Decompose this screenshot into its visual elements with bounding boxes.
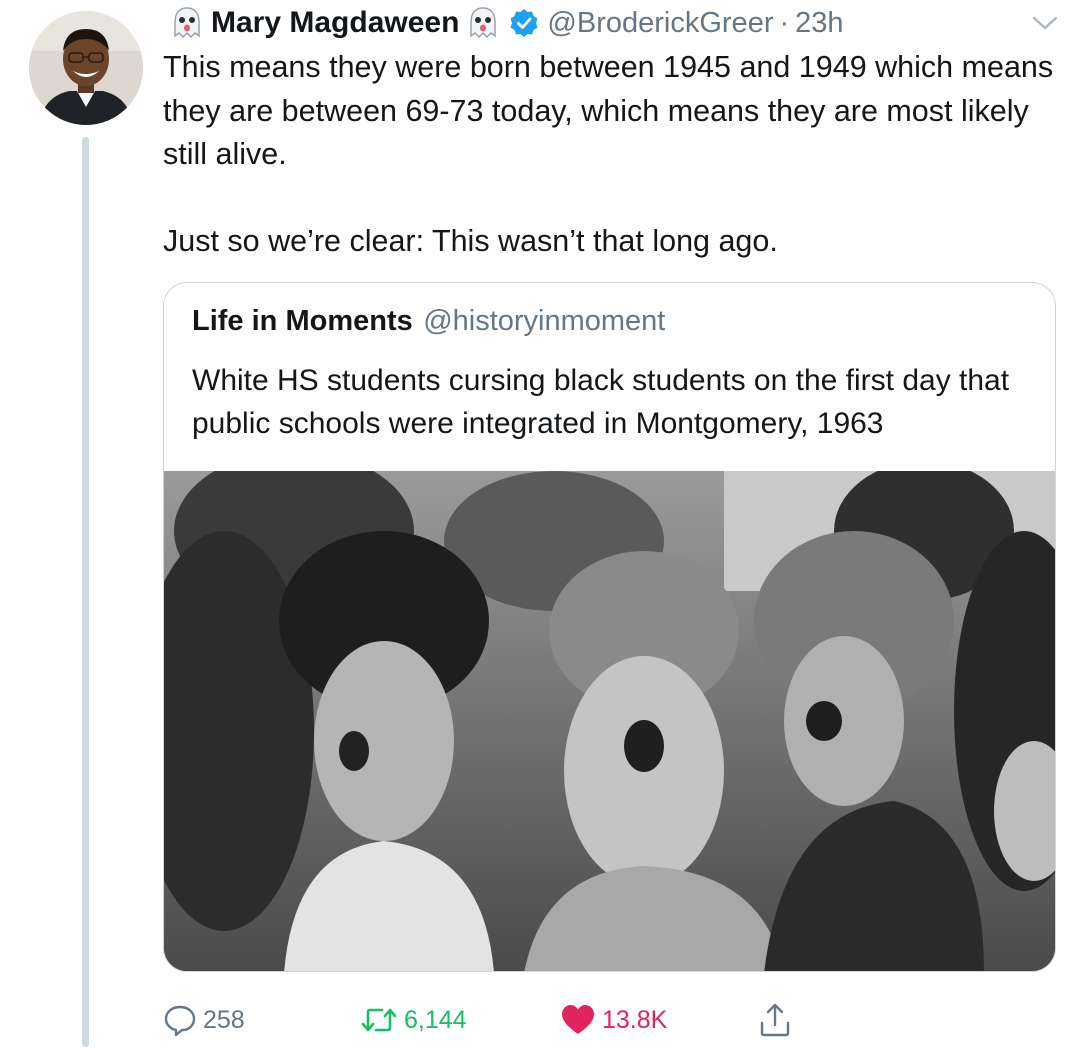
- quoted-author-name[interactable]: Life in Moments: [192, 305, 413, 337]
- reply-count: 258: [203, 1005, 245, 1034]
- share-icon: [760, 1003, 790, 1037]
- chevron-down-icon[interactable]: [1030, 12, 1060, 34]
- avatar[interactable]: [29, 11, 143, 125]
- tweet-actions: 258 6,144 13.8K: [0, 995, 1076, 1045]
- quoted-tweet-photo[interactable]: [164, 451, 1055, 971]
- crowd-photo: [164, 451, 1055, 971]
- quoted-author-handle[interactable]: @historyinmoment: [423, 305, 665, 337]
- tweet-paragraph: This means they were born between 1945 a…: [163, 50, 1054, 171]
- retweet-button[interactable]: 6,144: [360, 995, 467, 1045]
- like-button[interactable]: 13.8K: [560, 995, 667, 1045]
- reply-button[interactable]: 258: [163, 995, 245, 1045]
- quoted-tweet-header: Life in Moments @historyinmoment: [192, 305, 665, 338]
- author-handle[interactable]: @BroderickGreer: [547, 7, 773, 40]
- retweet-icon: [361, 1008, 397, 1032]
- ghost-emoji-icon: [169, 5, 205, 41]
- reply-icon: [164, 1005, 196, 1037]
- thread-line: [82, 137, 89, 1047]
- heart-icon: [562, 1005, 594, 1034]
- timestamp[interactable]: 23h: [795, 7, 843, 40]
- quoted-tweet-text: White HS students cursing black students…: [192, 364, 1010, 440]
- ghost-emoji-icon: [465, 5, 501, 41]
- retweet-count: 6,144: [404, 1005, 467, 1034]
- separator-dot: ·: [779, 6, 790, 39]
- tweet-text: This means they were born between 1945 a…: [163, 46, 1063, 264]
- verified-badge-icon: [509, 8, 539, 38]
- like-count: 13.8K: [602, 1005, 668, 1034]
- avatar-image: [29, 11, 143, 125]
- quoted-tweet[interactable]: Life in Moments @historyinmoment White H…: [163, 282, 1056, 972]
- tweet-header: Mary Magdaween @BroderickGreer · 23h: [163, 0, 1023, 46]
- author-display-name[interactable]: Mary Magdaween: [211, 6, 459, 40]
- share-button[interactable]: [758, 995, 792, 1045]
- tweet-paragraph: Just so we’re clear: This wasn’t that lo…: [163, 224, 778, 258]
